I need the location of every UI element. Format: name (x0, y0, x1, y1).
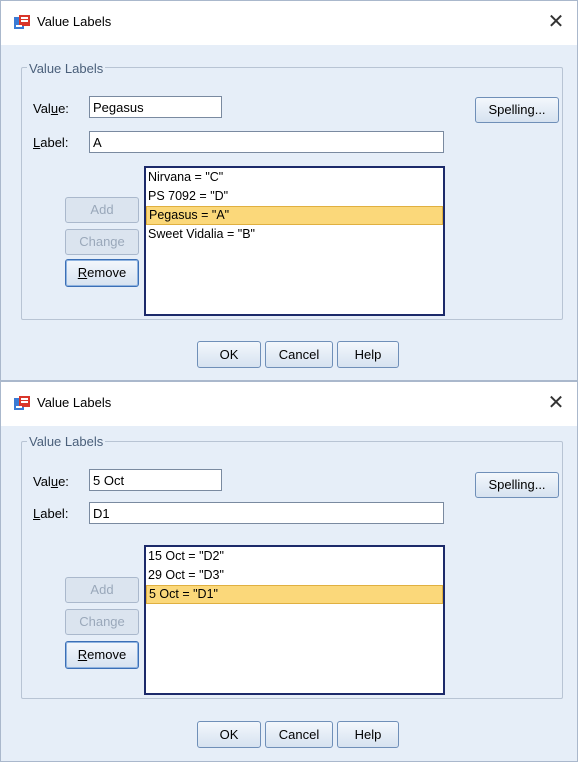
spelling-button[interactable]: Spelling... (475, 472, 559, 498)
value-label-text-2: e: (58, 474, 69, 489)
value-labels-dialog-2: Value Labels ✕ Value Labels Value: 5 Oct… (0, 381, 578, 762)
window-title: Value Labels (37, 14, 112, 29)
label-label: Label: (33, 506, 68, 521)
value-input[interactable]: Pegasus (89, 96, 222, 118)
value-label-text-1: Val (33, 474, 51, 489)
spelling-button[interactable]: Spelling... (475, 97, 559, 123)
label-input[interactable]: A (89, 131, 444, 153)
list-item[interactable]: Sweet Vidalia = "B" (146, 225, 443, 244)
title-bar: Value Labels ✕ (1, 1, 577, 45)
label-label-text: abel: (40, 135, 69, 150)
remove-label: emove (87, 265, 127, 280)
value-label-listbox[interactable]: 15 Oct = "D2" 29 Oct = "D3" 5 Oct = "D1" (144, 545, 445, 695)
cancel-button[interactable]: Cancel (265, 341, 333, 368)
add-button[interactable]: Add (65, 197, 139, 223)
change-button[interactable]: Change (65, 609, 139, 635)
list-item-selected[interactable]: Pegasus = "A" (146, 206, 443, 225)
value-label-listbox[interactable]: Nirvana = "C" PS 7092 = "D" Pegasus = "A… (144, 166, 445, 316)
close-icon[interactable]: ✕ (545, 11, 567, 33)
remove-button[interactable]: Remove (65, 259, 139, 287)
list-item[interactable]: 29 Oct = "D3" (146, 566, 443, 585)
help-button[interactable]: Help (337, 721, 399, 748)
app-icon (13, 14, 31, 32)
remove-button[interactable]: Remove (65, 641, 139, 669)
value-label: Value: (33, 101, 69, 116)
change-button[interactable]: Change (65, 229, 139, 255)
ok-button[interactable]: OK (197, 341, 261, 368)
group-label: Value Labels (27, 61, 106, 76)
remove-mnemonic: R (77, 265, 88, 280)
add-button[interactable]: Add (65, 577, 139, 603)
group-label: Value Labels (27, 434, 106, 449)
value-label-text-1: Val (33, 101, 51, 116)
label-input[interactable]: D1 (89, 502, 444, 524)
remove-label: emove (87, 647, 127, 662)
remove-mnemonic: R (77, 647, 88, 662)
list-item[interactable]: PS 7092 = "D" (146, 187, 443, 206)
label-label-text: abel: (40, 506, 69, 521)
value-label-text-2: e: (58, 101, 69, 116)
list-item[interactable]: Nirvana = "C" (146, 168, 443, 187)
help-button[interactable]: Help (337, 341, 399, 368)
list-item-selected[interactable]: 5 Oct = "D1" (146, 585, 443, 604)
ok-button[interactable]: OK (197, 721, 261, 748)
title-bar: Value Labels ✕ (1, 382, 577, 426)
value-label-mnemonic: u (50, 474, 59, 489)
app-icon (13, 395, 31, 413)
cancel-button[interactable]: Cancel (265, 721, 333, 748)
close-icon[interactable]: ✕ (545, 392, 567, 414)
list-item[interactable]: 15 Oct = "D2" (146, 547, 443, 566)
window-title: Value Labels (37, 395, 112, 410)
label-label: Label: (33, 135, 68, 150)
value-label: Value: (33, 474, 69, 489)
value-labels-dialog-1: Value Labels ✕ Value Labels Value: Pegas… (0, 0, 578, 381)
value-input[interactable]: 5 Oct (89, 469, 222, 491)
value-label-mnemonic: u (50, 101, 59, 116)
